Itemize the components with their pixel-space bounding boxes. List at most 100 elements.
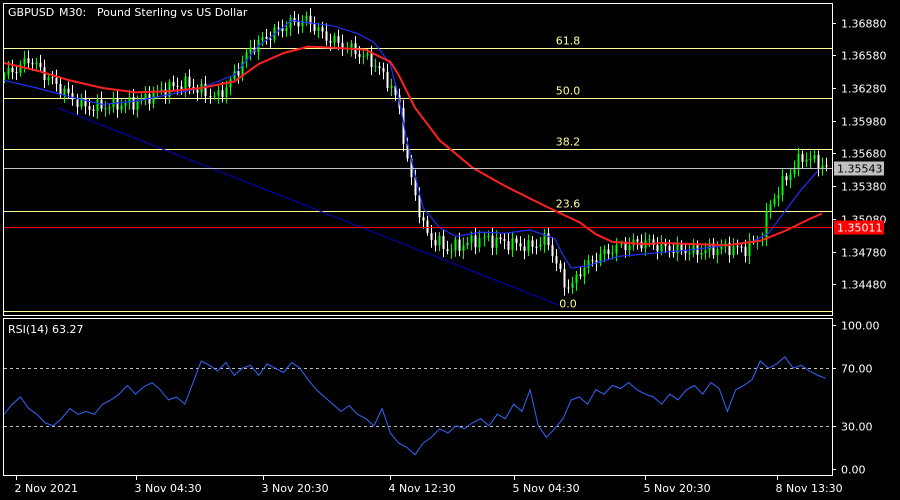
rsi-axis[interactable]: 100.00 70.00 30.00 0.00 [832, 320, 880, 477]
candle [265, 29, 268, 45]
price-axis[interactable]: 1.36880 1.36580 1.36280 1.35980 1.35680 1.353… [832, 18, 887, 292]
candle [507, 232, 510, 255]
fibonacci-retracement[interactable]: 61.8 50.0 38.2 23.6 0.0 [4, 35, 832, 312]
candle [253, 39, 256, 55]
candle [430, 225, 433, 248]
candle [100, 91, 103, 112]
instrument-description: Pound Sterling vs US Dollar [97, 6, 248, 19]
candle [785, 172, 788, 186]
trendline[interactable] [57, 107, 560, 306]
candle [297, 13, 300, 34]
candle [547, 227, 550, 251]
candle [462, 237, 465, 259]
time-tick-label: 5 Nov 04:30 [513, 482, 580, 495]
candle [172, 75, 175, 91]
candle [769, 199, 772, 219]
candle [378, 62, 381, 75]
time-tick-label: 4 Nov 12:30 [389, 482, 456, 495]
price-tick-label: 1.34780 [841, 247, 887, 260]
price-tick-label: 1.35380 [841, 181, 887, 194]
price-tick-label: 1.34480 [841, 279, 887, 292]
rsi-pane-frame [3, 318, 833, 476]
candle [700, 245, 703, 260]
rsi-indicator [3, 355, 832, 456]
candle [583, 259, 586, 285]
chart-canvas[interactable]: 61.8 50.0 38.2 23.6 0.0 1.36880 1.36580 1.3628… [0, 0, 900, 500]
candle [241, 55, 244, 82]
candle [27, 50, 30, 69]
candle [245, 48, 248, 68]
candle [773, 193, 776, 208]
fib-level-label: 61.8 [556, 35, 581, 48]
candle [483, 232, 486, 247]
candle [422, 212, 425, 229]
candle [632, 233, 635, 251]
candle [503, 232, 506, 250]
candle [648, 234, 651, 248]
candle [777, 187, 780, 207]
price-tick-label: 1.35680 [841, 148, 887, 161]
candle [736, 239, 739, 255]
candle [720, 239, 723, 255]
moving-averages [3, 19, 823, 269]
time-tick-label: 3 Nov 04:30 [135, 482, 202, 495]
trading-chart-window: 61.8 50.0 38.2 23.6 0.0 1.36880 1.36580 1.3628… [0, 0, 900, 500]
candle [386, 63, 389, 92]
candle [164, 82, 167, 104]
candle [805, 152, 808, 167]
candle [672, 242, 675, 258]
time-tick-label: 3 Nov 20:30 [262, 482, 329, 495]
candle [209, 88, 212, 104]
candle [140, 93, 143, 105]
candle [809, 151, 812, 168]
price-tick-label: 1.36580 [841, 50, 887, 63]
candle [237, 63, 240, 84]
candle [116, 89, 119, 118]
fib-level-label: 23.6 [556, 198, 581, 211]
candle [559, 260, 562, 273]
candle [817, 150, 820, 177]
candle [793, 160, 796, 178]
candle [539, 236, 542, 251]
candle [39, 54, 42, 71]
rsi-tick-label: 70.00 [841, 363, 873, 376]
rsi-tick-label: 100.00 [841, 320, 880, 333]
candle [120, 99, 123, 114]
candle [19, 60, 22, 77]
candle [680, 240, 683, 255]
candle [567, 279, 570, 294]
candle [450, 243, 453, 259]
candle [184, 73, 187, 98]
candle [289, 15, 292, 37]
svg-text:1.35543: 1.35543 [837, 163, 883, 176]
candle [144, 86, 147, 106]
fib-level-label: 38.2 [556, 136, 581, 149]
candle [656, 237, 659, 260]
candle [551, 237, 554, 263]
candle [454, 236, 457, 257]
candle [652, 234, 655, 250]
candle [192, 78, 195, 94]
timeframe-label: M30: [59, 6, 86, 19]
candle [724, 239, 727, 254]
candle [732, 238, 735, 259]
trendline-segment[interactable] [57, 107, 560, 306]
candle [80, 93, 83, 110]
candle [160, 81, 163, 95]
candle [740, 243, 743, 253]
candle [317, 22, 320, 39]
candle [434, 232, 437, 252]
candle [531, 235, 534, 254]
candle [789, 167, 792, 189]
candle [76, 93, 79, 115]
time-axis[interactable]: 2 Nov 2021 3 Nov 04:30 3 Nov 20:30 4 Nov 12… [15, 476, 843, 495]
candlestick-series [3, 8, 828, 296]
candle [595, 252, 598, 272]
candle [374, 58, 377, 73]
candle [309, 8, 312, 33]
candle [438, 232, 441, 252]
candle [607, 243, 610, 261]
candle [728, 236, 731, 263]
fib-level-label: 50.0 [556, 85, 581, 98]
candle [15, 66, 18, 80]
